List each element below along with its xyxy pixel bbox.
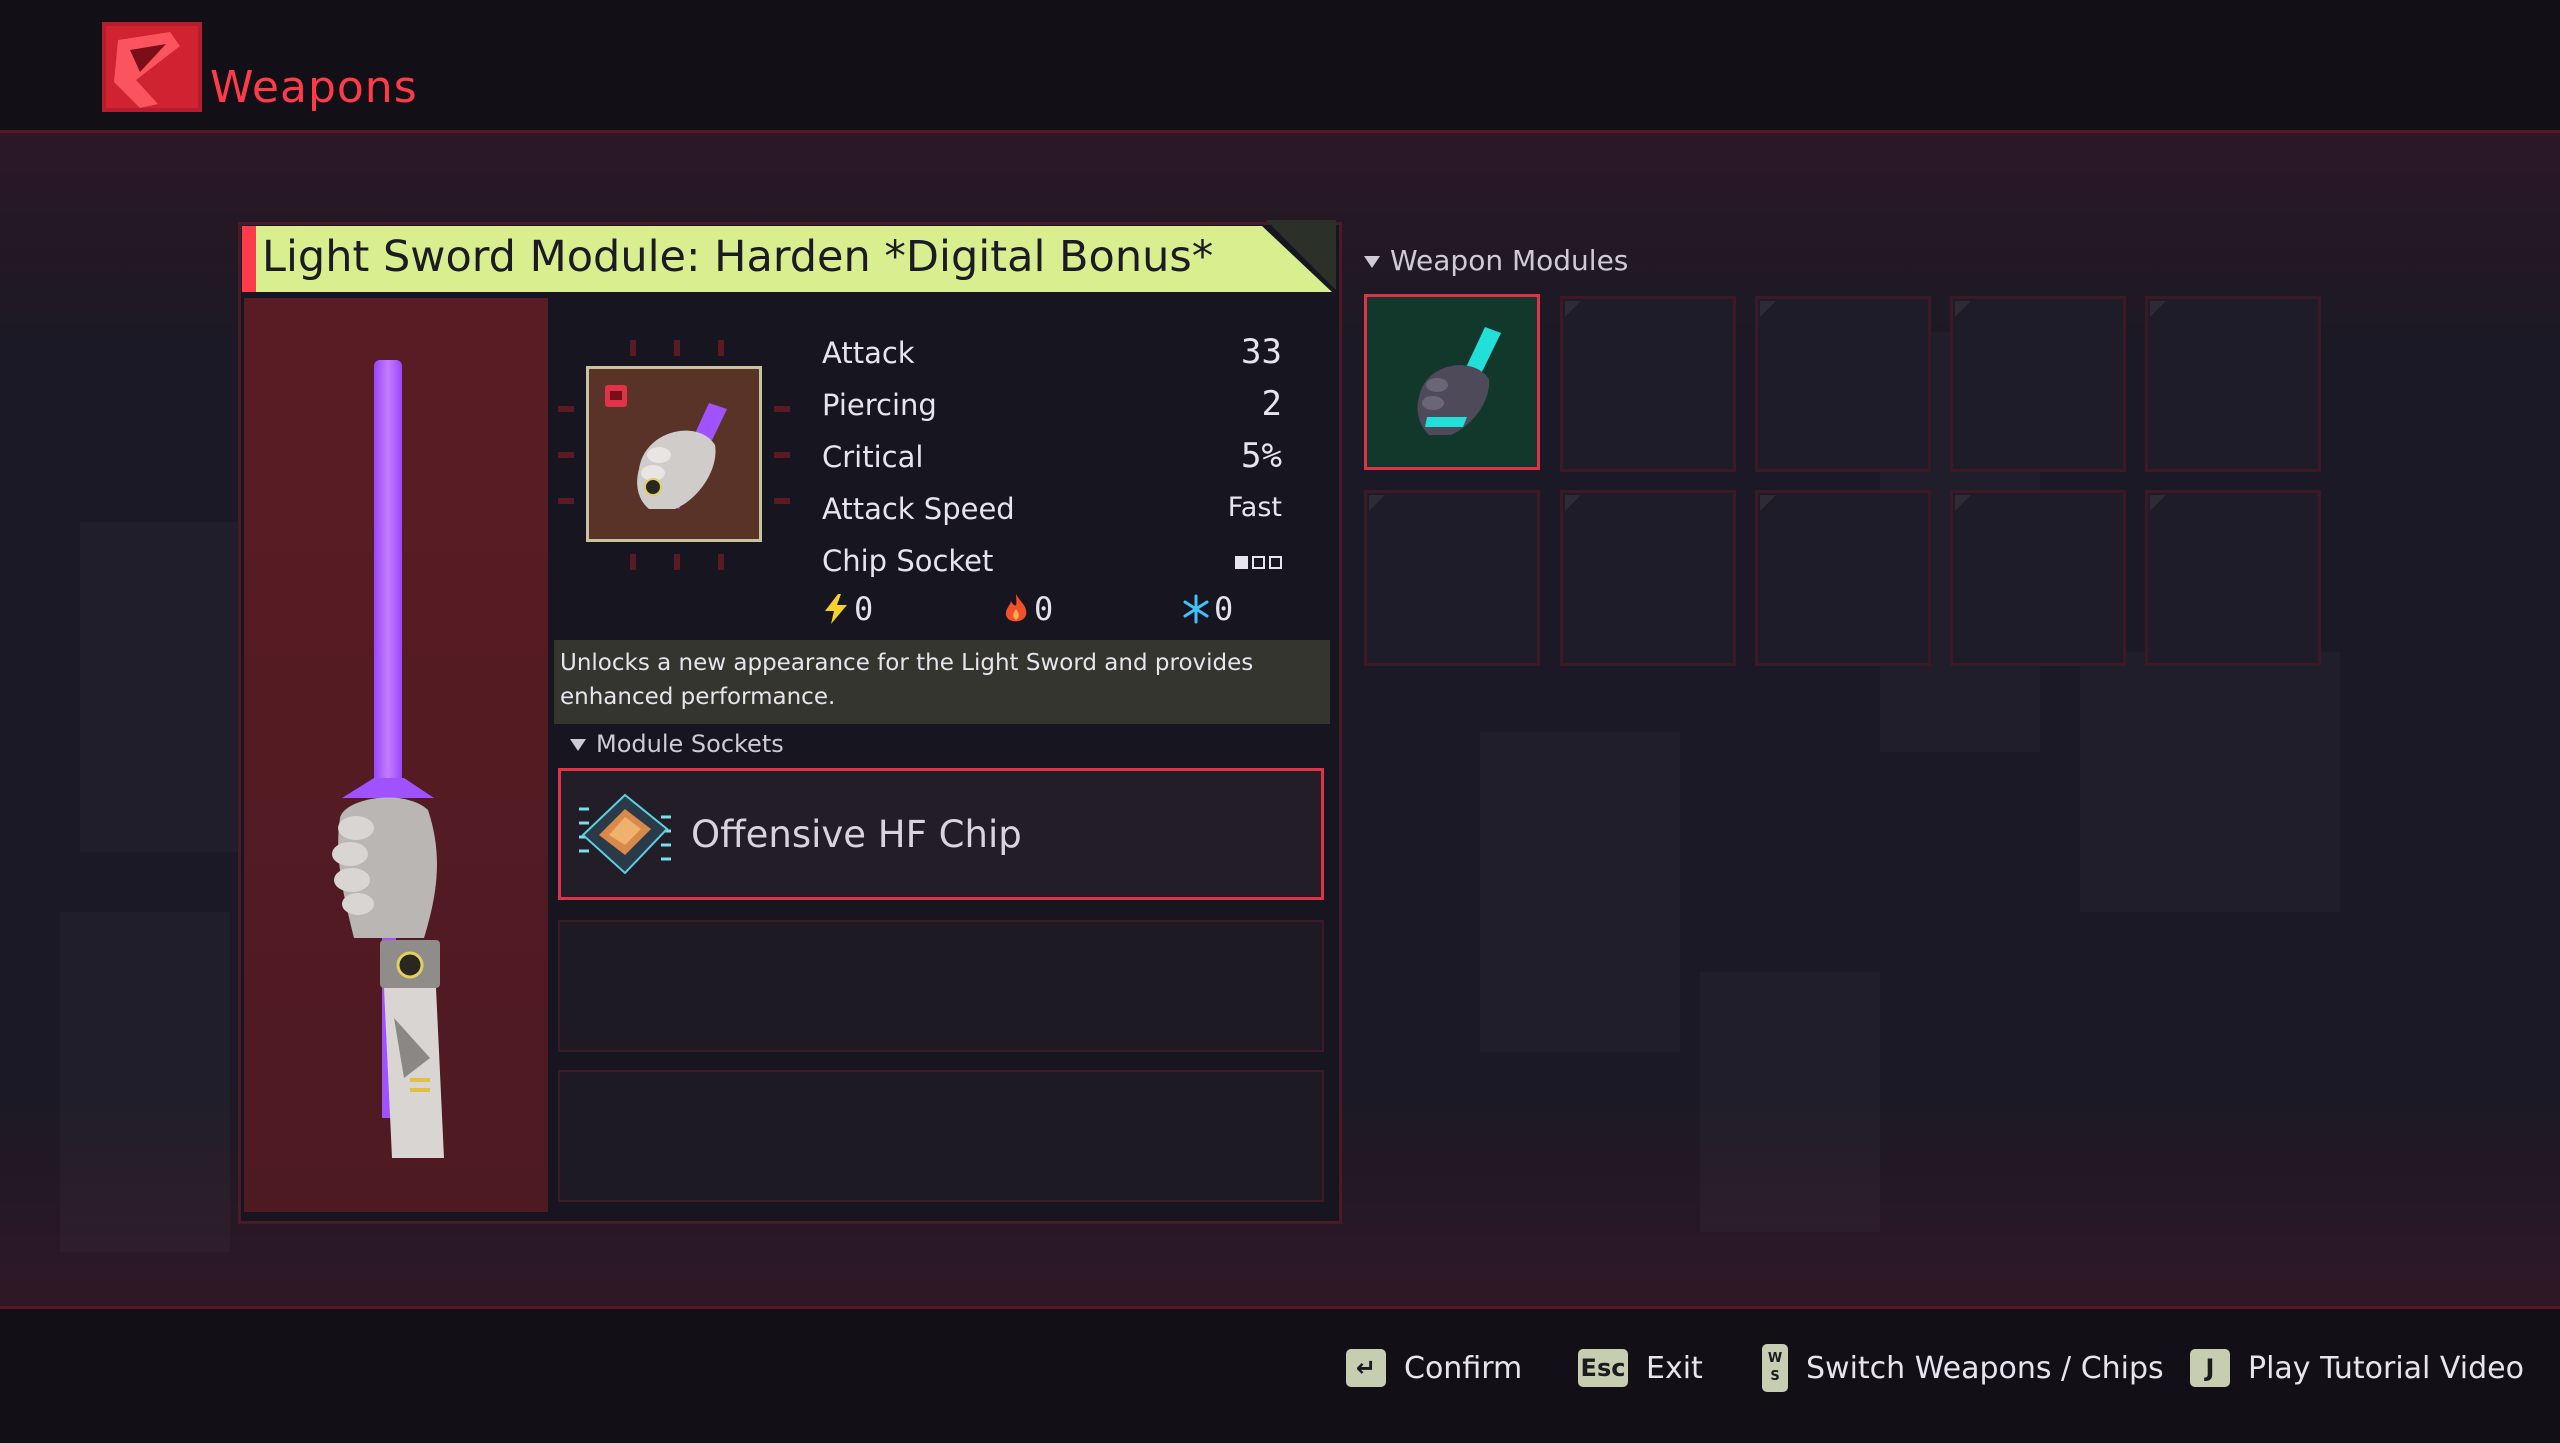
confirm-control[interactable]: ↵ Confirm — [1346, 1345, 1522, 1391]
frame-tick — [558, 406, 574, 412]
fire-icon — [1005, 594, 1027, 622]
collapse-triangle-icon — [1364, 256, 1380, 268]
weapon-module-slot-empty[interactable] — [1755, 490, 1931, 666]
element-ice: 0 — [1182, 590, 1233, 628]
stat-critical: Critical 5% — [822, 436, 1282, 476]
stat-value: 5% — [1241, 436, 1282, 476]
stat-piercing: Piercing 2 — [822, 384, 1282, 424]
frame-tick — [630, 340, 636, 356]
frame-tick — [774, 452, 790, 458]
page-title: Weapons — [210, 62, 418, 113]
module-socket-slot-empty[interactable] — [558, 920, 1324, 1052]
stats-list: Attack 33 Piercing 2 Critical 5% Attack … — [822, 330, 1282, 590]
module-socket-slot-empty[interactable] — [558, 1070, 1324, 1202]
exit-control[interactable]: Esc Exit — [1578, 1345, 1703, 1391]
socket-empty-icon — [1252, 556, 1265, 569]
tutorial-video-control[interactable]: J Play Tutorial Video — [2190, 1345, 2524, 1391]
weapons-logo-icon — [100, 20, 206, 116]
frame-tick — [630, 554, 636, 570]
chip-icon — [575, 789, 675, 881]
stat-chip-socket: Chip Socket — [822, 538, 1282, 590]
stat-value: 2 — [1261, 384, 1282, 424]
socket-empty-icon — [1269, 556, 1282, 569]
weapon-module-slot-empty[interactable] — [2145, 296, 2321, 472]
esc-key-icon: Esc — [1578, 1349, 1628, 1387]
stat-attack-speed: Attack Speed Fast — [822, 492, 1282, 526]
enter-key-icon: ↵ — [1346, 1349, 1386, 1387]
weapon-module-slot-empty[interactable] — [1950, 296, 2126, 472]
weapon-description: Unlocks a new appearance for the Light S… — [554, 640, 1330, 724]
weapon-module-slot-empty[interactable] — [2145, 490, 2321, 666]
name-accent-bar — [242, 226, 256, 292]
frame-tick — [718, 340, 724, 356]
top-bar: Weapons — [0, 0, 2560, 133]
stat-value: Fast — [1227, 492, 1282, 523]
element-fire: 0 — [1002, 590, 1053, 628]
weapon-module-slot-empty[interactable] — [1755, 296, 1931, 472]
snowflake-icon — [1183, 594, 1209, 624]
module-sockets-header[interactable]: Module Sockets — [570, 730, 784, 758]
collapse-triangle-icon — [570, 739, 586, 751]
weapon-preview — [244, 298, 548, 1212]
weapon-modules-header[interactable]: Weapon Modules — [1364, 244, 1628, 277]
ws-key-icon: W S — [1762, 1344, 1788, 1392]
weapon-module-slot-empty[interactable] — [1364, 490, 1540, 666]
weapon-module-icon — [586, 366, 762, 542]
light-sword-module-icon — [1417, 327, 1501, 435]
weapon-module-slot-empty[interactable] — [1560, 490, 1736, 666]
weapon-module-slot-empty[interactable] — [1560, 296, 1736, 472]
weapon-name: Light Sword Module: Harden *Digital Bonu… — [262, 232, 1214, 282]
chip-name: Offensive HF Chip — [691, 813, 1022, 856]
frame-tick — [774, 406, 790, 412]
element-lightning: 0 — [822, 590, 873, 628]
socket-filled-icon — [1235, 556, 1248, 569]
frame-tick — [558, 498, 574, 504]
light-sword-icon — [332, 360, 444, 1158]
lightning-icon — [825, 594, 847, 624]
weapon-module-slot-selected[interactable] — [1364, 294, 1540, 470]
bottom-bar — [0, 1306, 2560, 1443]
stat-value: 33 — [1241, 332, 1282, 372]
chip-socket-indicator — [1235, 556, 1282, 569]
module-socket-slot[interactable]: Offensive HF Chip — [558, 768, 1324, 900]
frame-tick — [674, 554, 680, 570]
weapon-module-slot-empty[interactable] — [1950, 490, 2126, 666]
stat-attack: Attack 33 — [822, 332, 1282, 372]
j-key-icon: J — [2190, 1349, 2230, 1387]
switch-weapons-chips-control[interactable]: W S Switch Weapons / Chips — [1762, 1344, 2164, 1392]
element-stats: 0 0 0 — [822, 590, 1292, 632]
frame-tick — [774, 498, 790, 504]
frame-tick — [558, 452, 574, 458]
frame-tick — [674, 340, 680, 356]
frame-tick — [718, 554, 724, 570]
